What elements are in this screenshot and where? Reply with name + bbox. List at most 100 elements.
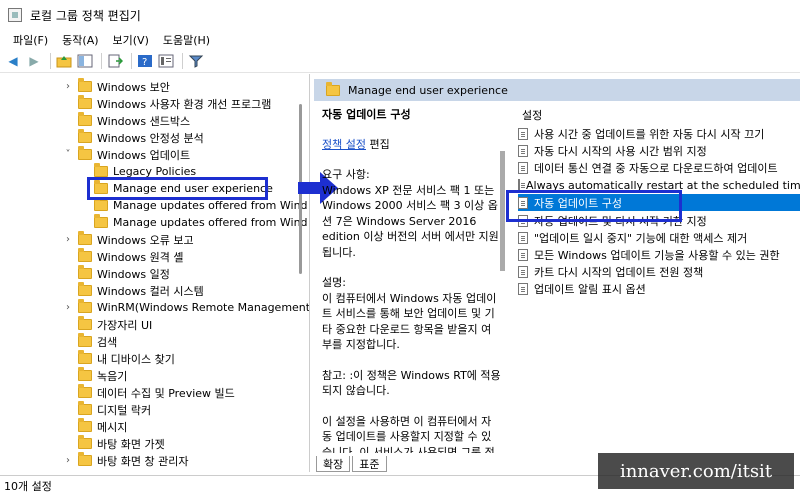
list-item[interactable]: 사용 시간 중 업데이트를 위한 자동 다시 시작 끄기	[518, 125, 800, 142]
requirements-text: 요구 사항: Windows XP 전문 서비스 팩 1 또는 Windows …	[322, 168, 499, 259]
folder-icon	[78, 435, 92, 449]
list-item-label: 카트 다시 시작의 업데이트 전원 정책	[534, 265, 704, 279]
tree-item-label: 메시지	[97, 420, 128, 434]
menu-help[interactable]: 도움말(H)	[156, 32, 217, 48]
tree-item[interactable]: Windows 원격 셸	[62, 248, 183, 265]
properties-icon[interactable]	[157, 52, 175, 70]
show-tree-icon[interactable]	[76, 52, 94, 70]
list-item[interactable]: 카트 다시 시작의 업데이트 전원 정책	[518, 263, 800, 280]
tree-item-label: Windows 오류 보고	[97, 233, 194, 247]
back-arrow-icon[interactable]: ◀	[4, 52, 22, 70]
folder-icon	[78, 282, 92, 296]
description-pane: 자동 업데이트 구성 정책 설정 편집 요구 사항: Windows XP 전문…	[314, 101, 509, 453]
tree-item-label: Windows 원격 셸	[97, 250, 184, 264]
tree-item-label: Manage updates offered from Wind	[113, 199, 308, 212]
folder-icon	[78, 299, 92, 313]
tree-item[interactable]: › Windows 오류 보고	[62, 231, 194, 248]
tree-item[interactable]: Windows 일정	[62, 265, 170, 282]
tab-extended[interactable]: 확장	[316, 456, 351, 472]
edit-line: 정책 설정 편집	[322, 137, 501, 153]
menu-view[interactable]: 보기(V)	[106, 32, 156, 48]
tree-item-label: Windows 업데이트	[97, 148, 191, 162]
folder-up-icon[interactable]	[55, 52, 73, 70]
tree-item[interactable]: Windows 샌드박스	[62, 112, 190, 129]
tree-scrollbar[interactable]	[296, 74, 306, 472]
tree-item-label: Manage updates offered from Wind	[113, 216, 308, 229]
edit-suffix: 편집	[365, 137, 390, 151]
chevron-down-icon[interactable]: ˅	[62, 149, 74, 160]
chevron-right-icon[interactable]: ›	[62, 81, 74, 92]
list-item-label: 사용 시간 중 업데이트를 위한 자동 다시 시작 끄기	[534, 127, 765, 141]
tree-item[interactable]: › WinRM(Windows Remote Management	[62, 299, 310, 316]
edit-policy-link[interactable]: 정책 설정	[322, 138, 366, 151]
list-item[interactable]: "업데이트 일시 중지" 기능에 대한 액세스 제거	[518, 229, 800, 246]
tree-item-label: WinRM(Windows Remote Management	[97, 301, 310, 314]
toolbar: ◀ ▶ ?	[0, 50, 800, 73]
policy-setting-icon	[518, 231, 528, 244]
tree-item[interactable]: › 바탕 화면 창 관리자	[62, 452, 188, 469]
tree-item-label: 디지털 락커	[97, 403, 152, 417]
menu-bar: 파일(F) 동작(A) 보기(V) 도움말(H)	[0, 30, 800, 50]
folder-icon	[78, 265, 92, 279]
tree-item[interactable]: 내 디바이스 찾기	[62, 350, 175, 367]
tree-item[interactable]: 녹음기	[62, 367, 127, 384]
folder-icon	[78, 316, 92, 330]
view-tabs: 확장 표준	[316, 456, 389, 472]
tree-item-label: 바탕 화면 창 관리자	[97, 454, 189, 468]
tree-item[interactable]: › Windows 보안	[62, 78, 170, 95]
tree-item-windows-update[interactable]: ˅ Windows 업데이트	[62, 146, 190, 163]
list-item[interactable]: 모든 Windows 업데이트 기능을 사용할 수 있는 권한	[518, 246, 800, 263]
folder-icon	[78, 384, 92, 398]
menu-file[interactable]: 파일(F)	[6, 32, 55, 48]
help-icon[interactable]: ?	[136, 52, 154, 70]
tree-item[interactable]: Manage updates offered from Wind	[78, 214, 308, 231]
scroll-thumb[interactable]	[500, 151, 505, 271]
title-bar: 로컬 그룹 정책 편집기	[0, 0, 800, 30]
tree-item[interactable]: 디지털 락커	[62, 401, 151, 418]
tree-item[interactable]: 데이터 수집 및 Preview 빌드	[62, 384, 235, 401]
export-icon[interactable]	[106, 52, 124, 70]
highlight-box-tree	[87, 177, 268, 200]
tree-item[interactable]: 검색	[62, 333, 117, 350]
list-item-label: "업데이트 일시 중지" 기능에 대한 액세스 제거	[534, 231, 748, 245]
tree-item-label: Windows 샌드박스	[97, 114, 191, 128]
folder-icon	[78, 129, 92, 143]
settings-list-pane: 설정 사용 시간 중 업데이트를 위한 자동 다시 시작 끄기 자동 다시 시작…	[510, 101, 800, 453]
tree-item[interactable]: Windows 컬러 시스템	[62, 282, 204, 299]
filter-icon[interactable]	[187, 52, 205, 70]
menu-action[interactable]: 동작(A)	[55, 32, 105, 48]
svg-text:?: ?	[142, 57, 147, 68]
tree-item-label: 데이터 수집 및 Preview 빌드	[97, 386, 235, 400]
list-item[interactable]: 자동 다시 시작의 사용 시간 범위 지정	[518, 142, 800, 159]
window-title: 로컬 그룹 정책 편집기	[30, 8, 141, 23]
folder-icon	[94, 197, 108, 211]
description-scrollbar[interactable]	[497, 101, 509, 453]
chevron-right-icon[interactable]: ›	[62, 234, 74, 245]
tree-item[interactable]: Windows 사용자 환경 개선 프로그램	[62, 95, 271, 112]
policy-editor-icon	[8, 8, 22, 22]
tree-item[interactable]: 메시지	[62, 418, 127, 435]
folder-icon	[78, 231, 92, 245]
chevron-right-icon[interactable]: ›	[62, 455, 74, 466]
folder-icon	[78, 418, 92, 432]
settings-column-header[interactable]: 설정	[522, 107, 542, 123]
folder-icon	[78, 350, 92, 364]
tree-item[interactable]: 가장자리 UI	[62, 316, 152, 333]
tree-pane: › Windows 보안 Windows 사용자 환경 개선 프로그램 Windo…	[0, 74, 310, 472]
folder-icon	[78, 78, 92, 92]
highlight-box-setting	[506, 190, 682, 222]
list-item[interactable]: 업데이트 알림 표시 옵션	[518, 280, 800, 297]
list-item[interactable]: 데이터 통신 연결 중 자동으로 다운로드하여 업데이트	[518, 159, 800, 176]
tree-item[interactable]: 바탕 화면 가젯	[62, 435, 165, 452]
folder-icon	[78, 95, 92, 109]
tab-standard[interactable]: 표준	[352, 456, 387, 472]
chevron-right-icon[interactable]: ›	[62, 302, 74, 313]
forward-arrow-icon[interactable]: ▶	[25, 52, 43, 70]
tree-item[interactable]: Windows 안정성 분석	[62, 129, 204, 146]
policy-setting-icon	[518, 127, 528, 140]
tree-item-label: 바탕 화면 가젯	[97, 437, 165, 451]
toolbar-separator	[182, 53, 183, 69]
list-item-label: 모든 Windows 업데이트 기능을 사용할 수 있는 권한	[534, 248, 780, 262]
description-title: 자동 업데이트 구성	[322, 108, 411, 121]
list-item-label: 업데이트 알림 표시 옵션	[534, 282, 646, 296]
